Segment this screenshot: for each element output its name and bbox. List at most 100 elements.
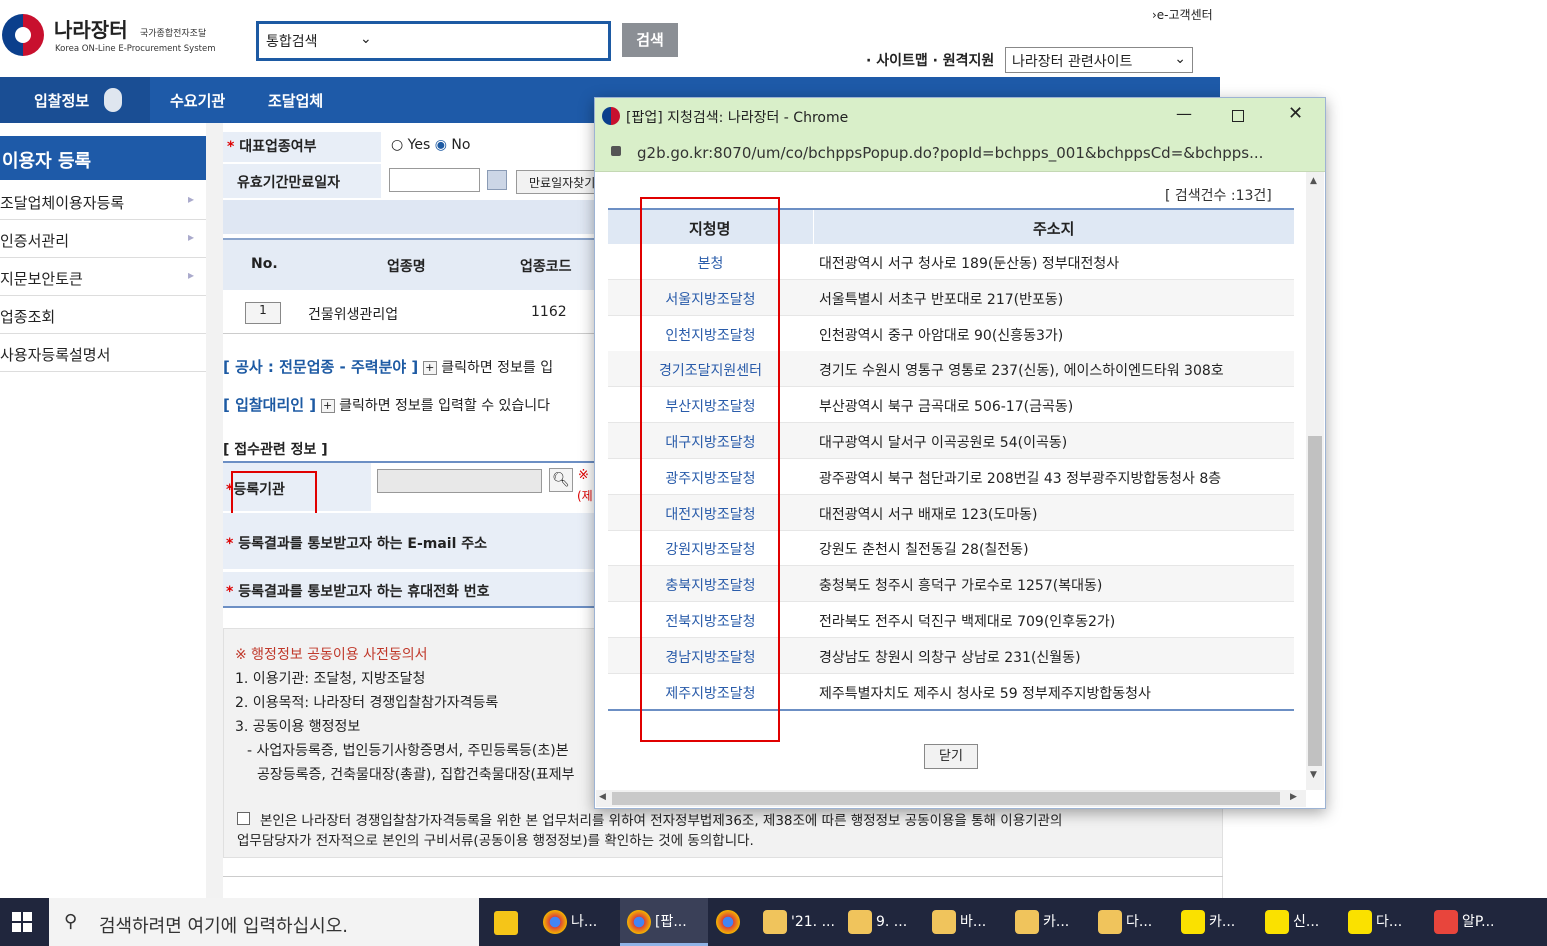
expire-find-button[interactable]: 만료일자찾기 — [516, 170, 596, 194]
sidebar-item-label: 인증서관리 — [0, 232, 70, 250]
search-icon[interactable]: 🔍︎ — [549, 468, 573, 492]
logo-title[interactable]: 나라장터 — [54, 14, 128, 43]
consent-line: - 사업자등록증, 법인등기사항증명서, 주민등록등(초)본 — [247, 743, 569, 759]
calendar-icon[interactable] — [487, 170, 507, 190]
taskbar-kakaotalk-3[interactable]: 다... — [1348, 898, 1402, 946]
scrollbar-thumb[interactable] — [612, 792, 1280, 805]
scroll-down-icon[interactable]: ▼ — [1310, 770, 1317, 780]
branch-address: 광주광역시 북구 첨단과기로 208번길 43 정부광주지방합동청사 8층 — [819, 470, 1222, 487]
lock-icon — [611, 146, 621, 156]
sidebar-item-certificate[interactable]: 인증서관리 — [0, 220, 206, 258]
search-button[interactable]: 검색 — [622, 23, 678, 57]
related-sites-select[interactable]: 나라장터 관련사이트 ⌄ — [1005, 47, 1193, 73]
popup-title: [팝업] 지청검색: 나라장터 - Chrome — [626, 110, 849, 126]
industry-name-cell: 건물위생관리업 — [308, 307, 399, 323]
email-label: * 등록결과를 통보받고자 하는 E-mail 주소 — [226, 536, 488, 552]
scroll-right-icon[interactable]: ▶ — [1290, 792, 1297, 802]
plus-icon[interactable]: + — [320, 399, 335, 413]
consent-line: 3. 공동이용 행정정보 — [235, 719, 361, 735]
scrollbar-thumb[interactable] — [1308, 436, 1322, 766]
rep-industry-label: * 대표업종여부 — [223, 132, 381, 162]
chevron-right-icon: ▸ — [188, 192, 195, 206]
row-no-button[interactable]: 1 — [245, 302, 281, 324]
plus-icon[interactable]: + — [422, 361, 437, 375]
agree-text-2: 업무담당자가 전자적으로 본인의 구비서류(공동이용 행정정보)를 확인하는 것… — [237, 833, 754, 849]
minimize-icon[interactable]: — — [1176, 104, 1192, 123]
e-customer-center-link[interactable]: ›e-고객센터 — [1152, 6, 1213, 23]
taskbar-chrome-1[interactable]: 나... — [543, 898, 597, 946]
korea-logo-icon[interactable] — [2, 14, 44, 56]
reg-note-2: (제 — [577, 489, 593, 503]
expire-date-input[interactable] — [389, 168, 480, 192]
taskbar-folder-1[interactable]: '21. ... — [763, 898, 835, 946]
agree-text: 본인은 나라장터 경쟁입찰참가자격등록을 위한 본 업무처리를 위하여 전자정부… — [260, 813, 1063, 829]
sidebar-item-fingerprint-token[interactable]: 지문보안토큰 — [0, 258, 206, 296]
sidebar-gutter — [206, 123, 223, 898]
agent-link[interactable]: [ 입찰대리인 ] — [223, 396, 316, 414]
col-industry-code: 업종코드 — [520, 259, 572, 275]
taskbar-folder-2[interactable]: 9. ... — [848, 898, 907, 946]
taskbar-kakaotalk-2[interactable]: 신... — [1265, 898, 1319, 946]
branch-address: 대전광역시 서구 배재로 123(도마동) — [819, 506, 1038, 523]
maximize-icon[interactable] — [1232, 110, 1244, 122]
taskbar-popup-window[interactable]: [팝... — [627, 898, 687, 946]
popup-close-button[interactable]: 닫기 — [924, 744, 978, 769]
divider — [813, 210, 814, 244]
highlight-box — [640, 197, 780, 742]
taskbar-folder-3[interactable]: 바... — [932, 898, 986, 946]
phone-label: * 등록결과를 통보받고자 하는 휴대전화 번호 — [226, 584, 490, 600]
highlight-box — [231, 471, 317, 515]
scroll-left-icon[interactable]: ◀ — [599, 792, 606, 802]
sidebar-item-label: 지문보안토큰 — [0, 270, 83, 288]
sitemap-link[interactable]: · 사이트맵 · 원격지원 — [866, 50, 994, 70]
agent-desc: 클릭하면 정보를 입력할 수 있습니다 — [339, 398, 551, 414]
col-address: 주소지 — [1033, 220, 1075, 238]
taskbar-search-placeholder: 검색하려면 여기에 입력하십시오. — [99, 916, 349, 937]
industry-code-cell: 1162 — [531, 304, 567, 320]
nav-supplier-tab[interactable]: 조달업체 — [268, 90, 323, 111]
taskbar-download-folder[interactable]: 다... — [1098, 898, 1152, 946]
construction-desc: 클릭하면 정보를 입 — [441, 360, 554, 376]
divider — [223, 876, 1223, 877]
taskbar-chrome-3[interactable] — [716, 898, 744, 946]
sidebar-item-manual[interactable]: 사용자등록설명서 — [0, 334, 206, 372]
branch-address: 부산광역시 북구 금곡대로 506-17(금곡동) — [819, 399, 1074, 416]
scroll-up-icon[interactable]: ▲ — [1310, 176, 1317, 186]
chevron-down-icon[interactable]: ⌄ — [360, 31, 372, 47]
branch-address: 전라북도 전주시 덕진구 백제대로 709(인후동2가) — [819, 614, 1116, 630]
taskbar-alpdf[interactable]: 알P... — [1434, 898, 1495, 946]
sidebar-item-industry-lookup[interactable]: 업종조회 — [0, 296, 206, 334]
yes-radio-label[interactable]: Yes — [408, 137, 431, 153]
close-icon[interactable]: ✕ — [1288, 103, 1303, 124]
chevron-right-icon: ▸ — [188, 230, 195, 244]
windows-start-icon[interactable] — [12, 912, 32, 932]
construction-link[interactable]: [ 공사 : 전문업종 - 주력분야 ] — [223, 358, 418, 376]
taskbar-kakaotalk-1[interactable]: 카... — [1181, 898, 1235, 946]
consent-line: 2. 이용목적: 나라장터 경쟁입찰참가자격등록 — [235, 695, 499, 711]
branch-address: 강원도 춘천시 칠전동길 28(칠전동) — [819, 542, 1029, 559]
url-text[interactable]: g2b.go.kr:8070/um/co/bchppsPopup.do?popI… — [637, 144, 1263, 162]
branch-address: 제주특별자치도 제주시 청사로 59 정부제주지방합동청사 — [819, 685, 1151, 702]
logo-subtitle: 국가종합전자조달 — [140, 29, 207, 39]
sticky-notes-icon[interactable] — [494, 911, 518, 935]
taskbar-folder-4[interactable]: 카... — [1015, 898, 1069, 946]
nav-demand-tab[interactable]: 수요기관 — [170, 90, 225, 111]
reg-org-input[interactable] — [377, 469, 542, 493]
sidebar-item-label: 업종조회 — [0, 308, 56, 326]
col-industry-name: 업종명 — [387, 259, 426, 275]
sidebar-item-label: 조달업체이용자등록 — [0, 194, 125, 212]
branch-address: 충청북도 청주시 흥덕구 가로수로 1257(복대동) — [819, 578, 1103, 595]
logo-english: Korea ON-Line E-Procurement System — [55, 44, 216, 54]
nav-bid-label[interactable]: 입찰정보 — [34, 90, 89, 111]
agree-checkbox[interactable] — [237, 812, 250, 825]
result-count: [ 검색건수 :13건] — [1165, 188, 1272, 204]
no-radio-label[interactable]: No — [451, 137, 470, 153]
search-type-select[interactable]: 통합검색 — [266, 31, 318, 51]
branch-address: 대구광역시 달서구 이곡공원로 54(이곡동) — [819, 435, 1068, 451]
expire-date-label: 유효기간만료일자 — [223, 164, 381, 198]
sidebar-item-supplier-register[interactable]: 조달업체이용자등록 — [0, 182, 206, 220]
consent-title: ※ 행정정보 공동이용 사전동의서 — [235, 647, 428, 663]
rep-industry-radios[interactable]: ○ Yes ◉ No — [391, 137, 470, 153]
consent-line: 1. 이용기관: 조달청, 지방조달청 — [235, 671, 426, 687]
related-sites-label: 나라장터 관련사이트 — [1012, 54, 1133, 70]
